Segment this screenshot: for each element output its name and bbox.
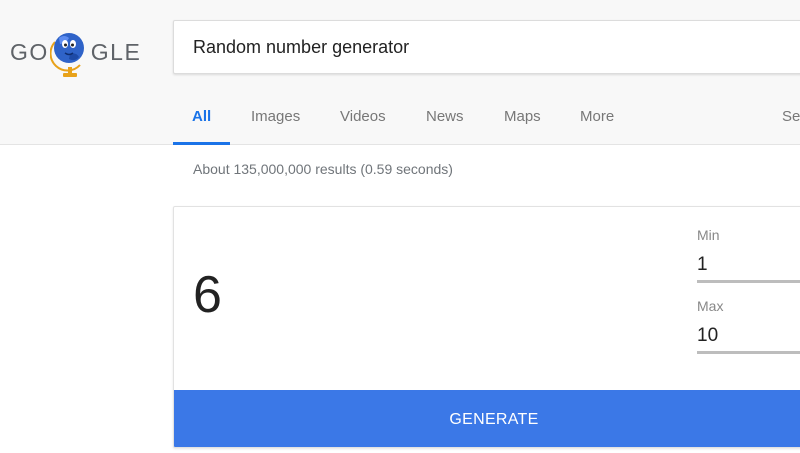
doodle-logo[interactable]: GO GLE xyxy=(10,24,155,80)
min-label: Min xyxy=(697,227,720,243)
search-input[interactable] xyxy=(174,21,800,73)
tab-settings[interactable]: Se xyxy=(763,96,800,145)
tab-more[interactable]: More xyxy=(561,96,633,145)
min-field[interactable] xyxy=(697,249,800,283)
tab-maps[interactable]: Maps xyxy=(485,96,560,145)
tab-news[interactable]: News xyxy=(407,96,483,145)
globe-icon xyxy=(49,24,90,80)
max-field[interactable] xyxy=(697,320,800,354)
tab-all[interactable]: All xyxy=(173,96,231,145)
generate-button[interactable]: GENERATE xyxy=(174,390,800,447)
search-box[interactable] xyxy=(173,20,800,74)
generated-number: 6 xyxy=(193,266,222,324)
random-number-generator-card: 6 Min Max GENERATE xyxy=(173,206,800,448)
results-stats: About 135,000,000 results (0.59 seconds) xyxy=(193,161,453,177)
search-header: GO GLE All Images Videos News Maps xyxy=(0,0,800,145)
logo-text-right: GLE xyxy=(90,38,142,65)
search-tabs: All Images Videos News Maps More Se xyxy=(173,96,800,145)
tab-videos[interactable]: Videos xyxy=(321,96,405,145)
max-label: Max xyxy=(697,298,724,314)
tab-images[interactable]: Images xyxy=(232,96,319,145)
logo-text-left: GO xyxy=(10,38,49,65)
